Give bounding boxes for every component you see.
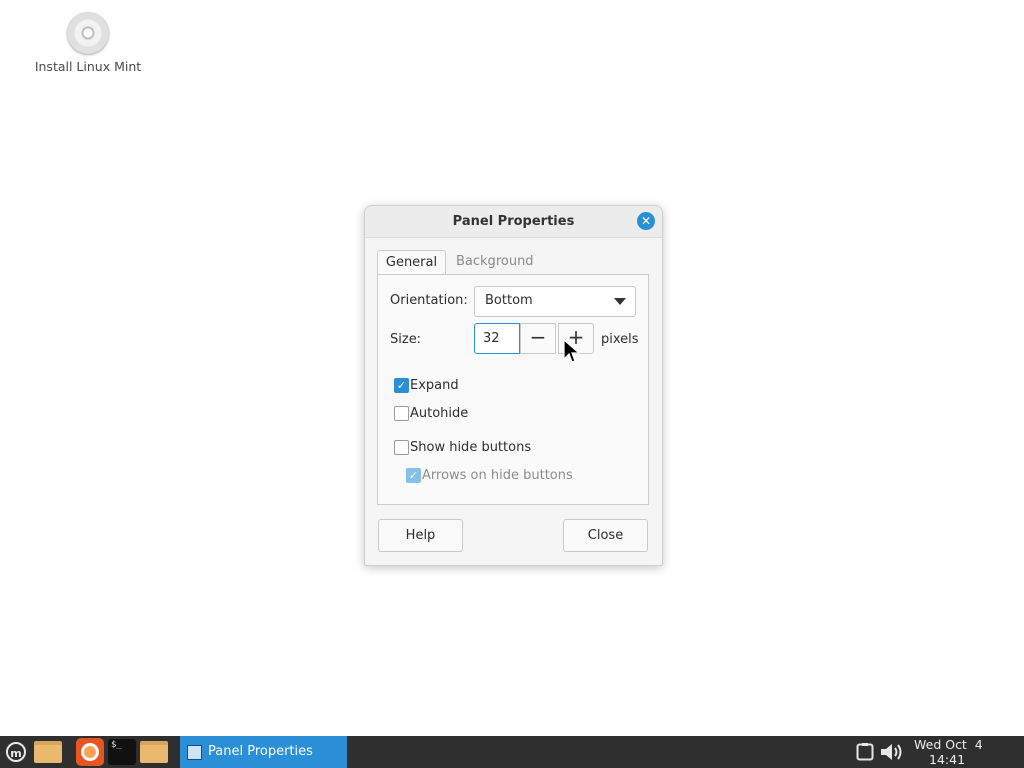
help-button[interactable]: Help (378, 519, 463, 552)
volume-icon[interactable] (880, 743, 906, 761)
window-icon (187, 745, 202, 760)
arrows-on-hide-buttons-checkbox: ✓ (406, 468, 421, 483)
close-window-icon[interactable]: ✕ (637, 212, 655, 230)
network-icon[interactable] (856, 743, 874, 761)
show-hide-buttons-checkbox[interactable] (394, 440, 409, 455)
firefox-launcher[interactable] (75, 736, 105, 768)
mint-menu-icon: m (6, 742, 26, 762)
orientation-label: Orientation: (390, 293, 468, 308)
clock-date: Wed Oct 4 (914, 737, 983, 752)
folder-icon (34, 741, 62, 763)
size-input[interactable]: 32 (474, 323, 520, 354)
close-button[interactable]: Close (563, 519, 648, 552)
chevron-down-icon (614, 298, 626, 305)
dialog-titlebar[interactable]: Panel Properties ✕ (365, 206, 662, 238)
tab-general[interactable]: General (377, 250, 446, 276)
autohide-label: Autohide (410, 406, 469, 421)
desktop-icon-label: Install Linux Mint (34, 59, 142, 74)
firefox-icon (76, 738, 104, 766)
show-desktop-button[interactable] (33, 736, 63, 768)
mouse-cursor-icon (563, 339, 581, 363)
size-decrease-button[interactable]: − (520, 323, 556, 354)
cd-icon (67, 12, 109, 54)
tab-background[interactable]: Background (456, 250, 534, 274)
bottom-panel: m $_ Panel Properties Wed Oct 4 14:41 (0, 736, 1024, 768)
taskbar-window-panel-properties[interactable]: Panel Properties (180, 736, 347, 768)
orientation-dropdown[interactable]: Bottom (474, 286, 636, 317)
arrows-on-hide-buttons-label: Arrows on hide buttons (422, 468, 573, 483)
size-unit-label: pixels (601, 332, 639, 347)
desktop-icon-install-linux-mint[interactable]: Install Linux Mint (30, 12, 146, 74)
expand-label: Expand (410, 378, 459, 393)
orientation-value: Bottom (485, 293, 533, 308)
clock[interactable]: Wed Oct 4 14:41 (914, 737, 986, 767)
expand-checkbox[interactable]: ✓ (394, 378, 409, 393)
autohide-checkbox[interactable] (394, 406, 409, 421)
mint-menu-button[interactable]: m (3, 736, 29, 768)
show-hide-buttons-label: Show hide buttons (410, 440, 532, 455)
files-launcher[interactable] (139, 736, 169, 768)
taskbar-window-title: Panel Properties (208, 744, 313, 759)
terminal-launcher[interactable]: $_ (107, 736, 137, 768)
size-label: Size: (390, 332, 422, 347)
terminal-icon: $_ (108, 739, 136, 765)
panel-properties-dialog: Panel Properties ✕ General Background Or… (364, 205, 663, 566)
dialog-title: Panel Properties (452, 214, 575, 229)
clock-time: 14:41 (929, 752, 966, 767)
files-icon (140, 741, 168, 763)
